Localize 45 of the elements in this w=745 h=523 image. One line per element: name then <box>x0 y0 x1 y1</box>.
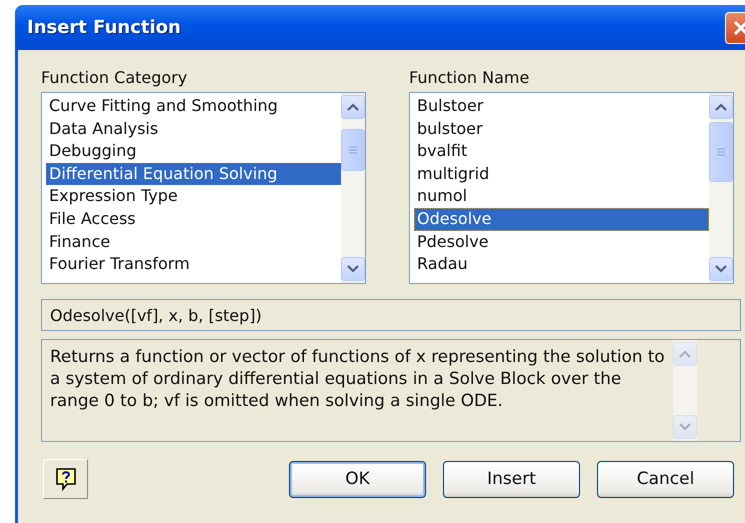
dialog-button[interactable]: Cancel <box>597 460 734 498</box>
scroll-down-button[interactable] <box>341 257 365 281</box>
list-item[interactable]: bulstoer <box>414 118 709 140</box>
list-item[interactable]: Radau <box>414 253 709 276</box>
list-item[interactable]: Data Analysis <box>46 118 341 140</box>
chevron-down-icon <box>679 423 691 431</box>
list-label: Function Category <box>41 68 188 88</box>
grip-icon <box>716 148 726 156</box>
list-item[interactable]: Finance <box>46 230 341 254</box>
list-item[interactable]: bvalfit <box>414 140 709 163</box>
list-item[interactable]: Pdesolve <box>414 230 709 254</box>
scroll-up-button[interactable] <box>341 95 365 119</box>
chevron-up-icon <box>347 103 359 111</box>
chevron-down-icon <box>715 265 727 273</box>
help-button[interactable] <box>43 459 88 499</box>
scroll-down-button[interactable] <box>709 257 733 281</box>
list-item[interactable]: File Access <box>46 208 341 231</box>
list-item[interactable]: Odesolve <box>414 208 709 231</box>
list-label: Function Name <box>409 68 530 88</box>
window-title: Insert Function <box>27 17 181 38</box>
list-item[interactable]: Bulstoer <box>414 95 709 118</box>
scrollbar[interactable] <box>341 93 365 283</box>
dialog-button[interactable]: Insert <box>443 460 580 498</box>
list-item[interactable]: Expression Type <box>46 185 341 208</box>
list-item[interactable]: Differential Equation Solving <box>46 162 341 186</box>
dialog-button[interactable]: OK <box>289 460 426 498</box>
scroll-thumb[interactable] <box>709 122 733 182</box>
list-item[interactable]: Curve Fitting and Smoothing <box>46 95 341 118</box>
list-item[interactable]: Debugging <box>46 140 341 163</box>
scroll-thumb[interactable] <box>341 129 365 171</box>
list-item[interactable]: multigrid <box>414 162 709 186</box>
scrollbar[interactable] <box>709 93 733 283</box>
close-icon <box>733 20 745 36</box>
list-item[interactable]: numol <box>414 185 709 208</box>
chevron-up-icon <box>715 103 727 111</box>
grip-icon <box>348 146 358 154</box>
list-box[interactable]: Bulstoer bulstoer bvalfit multigrid numol Odesolve Pdesolve Radau <box>409 92 734 284</box>
chevron-down-icon <box>347 265 359 273</box>
syntax-field: Odesolve([vf], x, b, [step]) <box>41 299 741 331</box>
chevron-up-icon <box>679 350 691 358</box>
scroll-up-button[interactable] <box>709 95 733 119</box>
description-text: Returns a function or vector of functions of x representing the solution to a system of ordinary differential equations in a Solve Block over the range 0 to b; vf is omitted when solving a single ODE. <box>49 345 666 412</box>
list-item[interactable]: Fourier Transform <box>46 253 341 276</box>
help-icon <box>54 467 76 491</box>
list-box[interactable]: Curve Fitting and Smoothing Data Analysis Debugging Differential Equation Solving Expression Type File Access Finance Fourier Transform <box>41 92 366 284</box>
